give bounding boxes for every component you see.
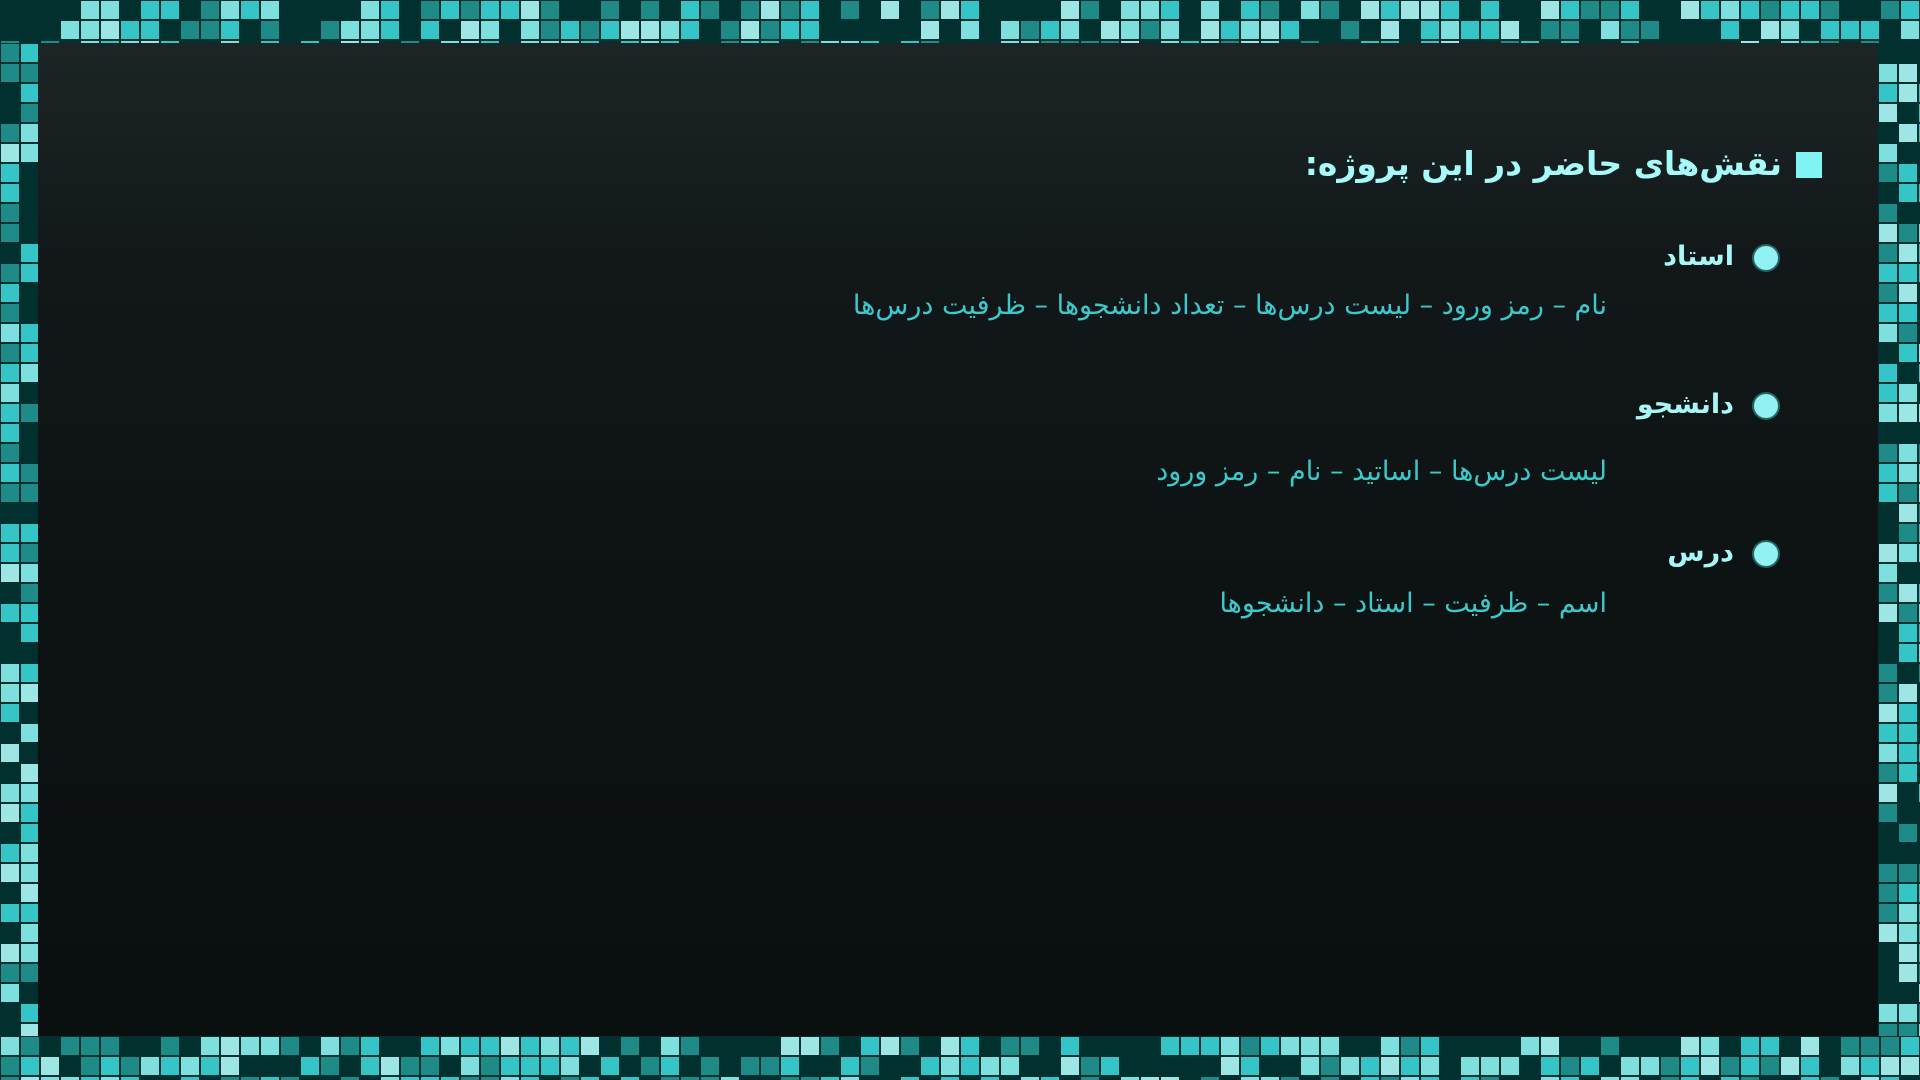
bottom-border-pattern xyxy=(0,1036,1920,1080)
circle-bullet-icon xyxy=(1754,541,1778,566)
circle-bullet-icon xyxy=(1754,245,1778,270)
heading-text: نقش‌های حاضر در این پروژه: xyxy=(1304,143,1783,183)
role-attributes: اسم – ظرفیت – استاد – دانشجوها xyxy=(1219,588,1607,619)
role-title: دانشجو xyxy=(1636,388,1734,420)
role-item-student: دانشجو xyxy=(1637,382,1778,426)
role-item-professor: استاد xyxy=(1663,234,1778,278)
role-title: استاد xyxy=(1663,240,1734,272)
square-bullet-icon xyxy=(1796,152,1822,178)
left-border-pattern xyxy=(0,43,38,1036)
role-attributes: لیست درس‌ها – اساتید – نام – رمز ورود xyxy=(1156,456,1607,487)
slide-heading: نقش‌های حاضر در این پروژه: xyxy=(1305,136,1822,190)
circle-bullet-icon xyxy=(1754,393,1778,418)
role-item-course: درس xyxy=(1667,530,1778,574)
role-attributes: نام – رمز ورود – لیست درس‌ها – تعداد دان… xyxy=(852,290,1607,321)
role-title: درس xyxy=(1667,536,1734,568)
content-panel xyxy=(38,43,1878,1036)
slide: نقش‌های حاضر در این پروژه: استاد نام – ر… xyxy=(0,0,1920,1080)
top-border-pattern xyxy=(0,0,1920,43)
right-border-pattern xyxy=(1878,43,1920,1036)
